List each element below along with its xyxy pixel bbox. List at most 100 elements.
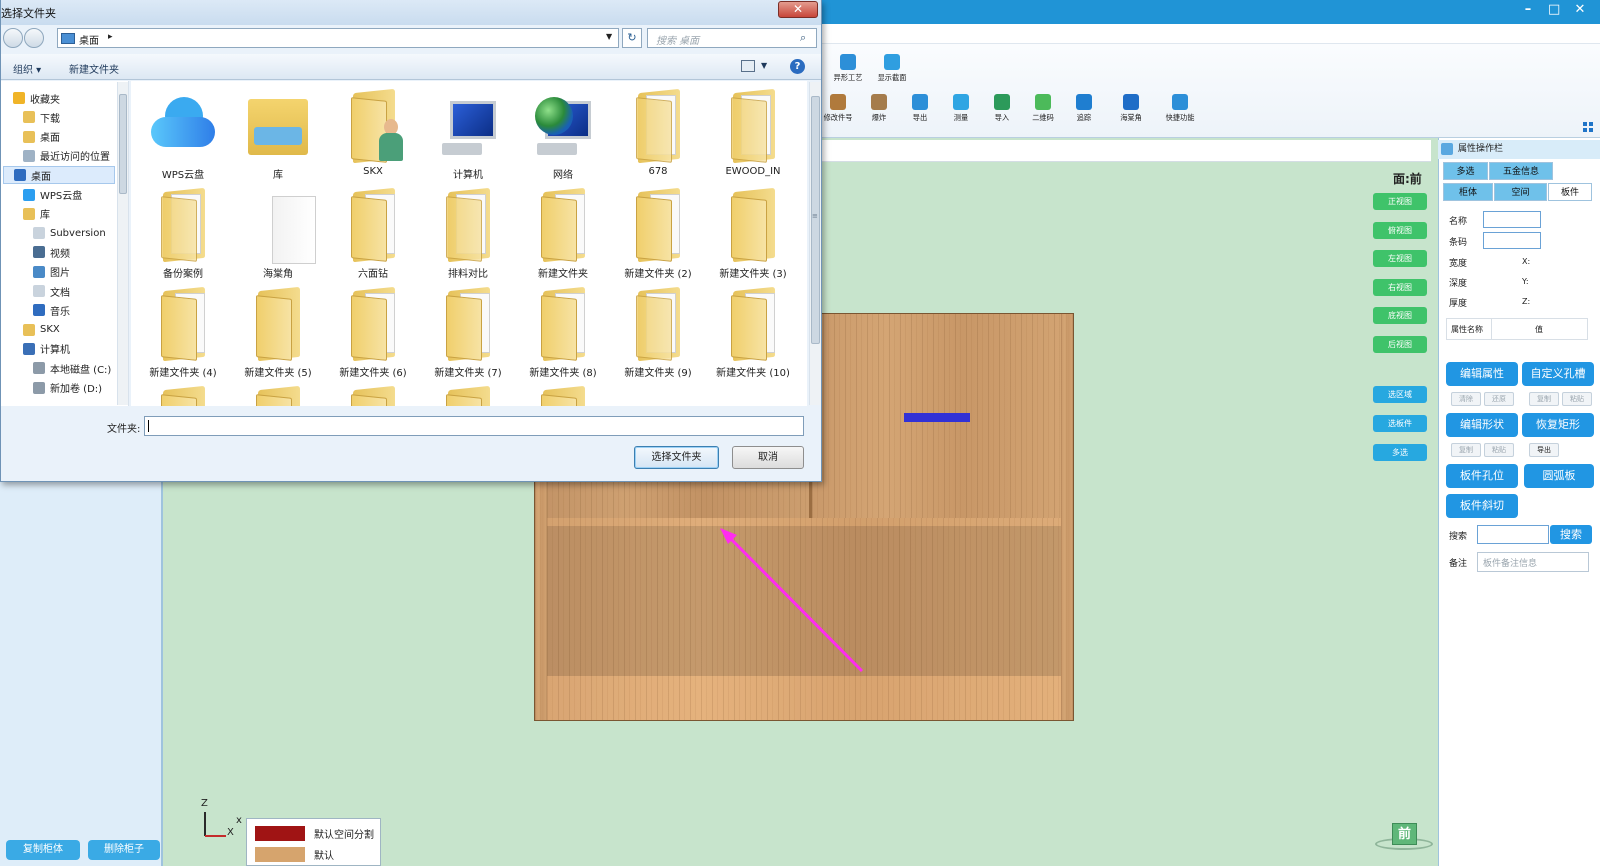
folder-icon xyxy=(440,385,498,406)
file-item[interactable]: EWOOD_IN xyxy=(707,83,799,181)
tab-multiselect[interactable]: 多选 xyxy=(1443,162,1488,180)
file-item[interactable]: 新建文件夹 (10) xyxy=(707,281,799,379)
file-item[interactable]: 新建文件夹 (5) xyxy=(232,281,324,379)
refresh-button[interactable]: ↻ xyxy=(622,28,642,48)
dialog-search-input[interactable]: 搜索 桌面 ⌕ xyxy=(647,28,817,48)
file-item-partial[interactable] xyxy=(422,380,514,406)
file-item[interactable]: 备份案例 xyxy=(137,182,229,280)
restore-button[interactable]: 还原 xyxy=(1484,392,1514,406)
nav-item-11[interactable]: 音乐 xyxy=(33,301,70,319)
view-mode-icon[interactable] xyxy=(741,60,755,72)
scroll-thumb[interactable] xyxy=(119,94,127,194)
panel-note-input[interactable]: 板件备注信息 xyxy=(1477,552,1589,572)
nav-item-5[interactable]: WPS云盘 xyxy=(23,186,82,204)
paste-button[interactable]: 粘贴 xyxy=(1562,392,1592,406)
file-item[interactable]: 新建文件夹 (7) xyxy=(422,281,514,379)
nav-item-1[interactable]: 下载 xyxy=(23,108,60,126)
address-dropdown-icon[interactable]: ▼ xyxy=(606,32,612,41)
file-item[interactable]: 新建文件夹 xyxy=(517,182,609,280)
file-item-partial[interactable] xyxy=(517,380,609,406)
edit-shape-button[interactable]: 编辑形状 xyxy=(1446,413,1518,437)
thickness-label: 厚度 xyxy=(1449,299,1468,309)
forward-button[interactable] xyxy=(24,28,44,48)
search-icon[interactable]: ⌕ xyxy=(800,31,806,45)
select-folder-button[interactable]: 选择文件夹 xyxy=(634,446,719,469)
file-item[interactable]: WPS云盘 xyxy=(137,83,229,181)
nav-item-8[interactable]: 视频 xyxy=(33,243,70,261)
file-item[interactable]: SKX xyxy=(327,83,419,181)
tab-hardware-info[interactable]: 五金信息 xyxy=(1489,162,1553,180)
file-item-partial[interactable] xyxy=(232,380,324,406)
help-icon[interactable]: ? xyxy=(790,59,805,74)
nav-item-0[interactable]: 收藏夹 xyxy=(13,89,60,107)
file-item[interactable]: 海棠角 xyxy=(232,182,324,280)
nav-item-13[interactable]: 计算机 xyxy=(23,340,70,358)
nav-item-4[interactable]: 桌面 xyxy=(3,166,115,185)
file-item[interactable]: 新建文件夹 (6) xyxy=(327,281,419,379)
file-item[interactable]: 新建文件夹 (3) xyxy=(707,182,799,280)
file-item[interactable]: 六面钻 xyxy=(327,182,419,280)
restore-rectangle-button[interactable]: 恢复矩形 xyxy=(1522,413,1594,437)
file-list-scrollbar[interactable]: ≡ xyxy=(809,82,821,405)
file-item-partial[interactable] xyxy=(327,380,419,406)
dialog-close-button[interactable]: ✕ xyxy=(778,1,818,18)
file-item[interactable]: 计算机 xyxy=(422,83,514,181)
file-item[interactable]: 新建文件夹 (9) xyxy=(612,281,704,379)
new-folder-button[interactable]: 新建文件夹 xyxy=(69,61,119,76)
nav-item-label: 库 xyxy=(40,210,50,222)
back-button[interactable] xyxy=(3,28,23,48)
property-table-header: 属性名称 值 xyxy=(1446,318,1588,340)
nav-item-2[interactable]: 桌面 xyxy=(23,128,60,146)
cancel-button[interactable]: 取消 xyxy=(732,446,804,469)
panel-search-button[interactable]: 搜索 xyxy=(1550,525,1592,544)
file-item-partial[interactable] xyxy=(137,380,229,406)
navigation-scrollbar[interactable] xyxy=(117,82,128,405)
legend-item[interactable]: 默认 xyxy=(255,846,334,863)
tab-panel[interactable]: 板件 xyxy=(1548,183,1592,201)
code-input[interactable] xyxy=(1483,232,1541,249)
nav-item-9[interactable]: 图片 xyxy=(33,263,70,281)
front-view-cube[interactable]: 前 xyxy=(1392,823,1417,845)
tab-cabinet[interactable]: 柜体 xyxy=(1443,183,1493,201)
panel-search-input[interactable] xyxy=(1477,525,1549,544)
column-separator xyxy=(1491,319,1492,339)
nav-item-14[interactable]: 本地磁盘 (C:) xyxy=(33,359,111,377)
nav-item-10[interactable]: 文档 xyxy=(33,282,70,300)
view-dropdown-icon[interactable]: ▼ xyxy=(761,61,767,70)
address-bar[interactable]: 桌面 ▸ ▼ xyxy=(57,28,619,48)
file-item[interactable]: 678 xyxy=(612,83,704,181)
scroll-thumb[interactable] xyxy=(811,96,820,344)
file-item[interactable]: 排料对比 xyxy=(422,182,514,280)
nav-item-12[interactable]: SKX xyxy=(23,321,60,339)
file-item[interactable]: 网络 xyxy=(517,83,609,181)
name-input[interactable] xyxy=(1483,211,1541,228)
clear-button[interactable]: 清除 xyxy=(1451,392,1481,406)
nav-item-3[interactable]: 最近访问的位置 xyxy=(23,147,110,165)
file-item[interactable]: 新建文件夹 (2) xyxy=(612,182,704,280)
nav-item-7[interactable]: Subversion xyxy=(33,224,106,242)
nav-item-6[interactable]: 库 xyxy=(23,205,50,223)
nav-item-15[interactable]: 新加卷 (D:) xyxy=(33,379,102,397)
address-location[interactable]: 桌面 xyxy=(79,32,99,47)
custom-hole-button[interactable]: 自定义孔槽 xyxy=(1522,362,1594,386)
breadcrumb-chevron-icon[interactable]: ▸ xyxy=(108,32,113,42)
tab-space[interactable]: 空间 xyxy=(1494,183,1547,201)
folder-name-input[interactable] xyxy=(144,416,804,436)
panel-bevel-button[interactable]: 板件斜切 xyxy=(1446,494,1518,518)
file-item[interactable]: 库 xyxy=(232,83,324,181)
organize-button[interactable]: 组织 ▾ xyxy=(13,61,41,76)
edit-properties-button[interactable]: 编辑属性 xyxy=(1446,362,1518,386)
copy-shape-button[interactable]: 复制 xyxy=(1451,443,1481,457)
nav-item-label: WPS云盘 xyxy=(40,191,83,202)
paste-shape-button[interactable]: 粘贴 xyxy=(1484,443,1514,457)
file-item[interactable]: 新建文件夹 (4) xyxy=(137,281,229,379)
copy-button[interactable]: 复制 xyxy=(1529,392,1559,406)
legend-item[interactable]: 默认空间分割 xyxy=(255,825,374,842)
export-shape-button[interactable]: 导出 xyxy=(1529,443,1559,457)
desktop-folder-icon xyxy=(23,130,35,143)
panel-holes-button[interactable]: 板件孔位 xyxy=(1446,464,1518,488)
file-item[interactable]: 新建文件夹 (8) xyxy=(517,281,609,379)
user-folder-icon xyxy=(345,88,403,164)
desktop-icon xyxy=(61,33,75,44)
arc-panel-button[interactable]: 圆弧板 xyxy=(1524,464,1594,488)
